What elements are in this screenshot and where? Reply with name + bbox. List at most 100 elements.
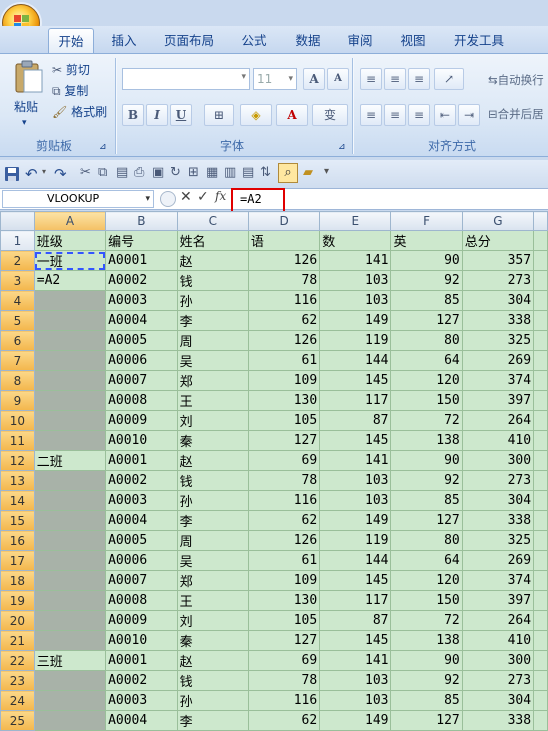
row-header[interactable]: 12: [0, 450, 35, 471]
cell-b18[interactable]: A0007: [105, 570, 178, 591]
cell-d23[interactable]: 78: [247, 670, 321, 691]
cell-b20[interactable]: A0009: [105, 610, 178, 631]
cell-c7[interactable]: 吴: [176, 350, 249, 371]
cell-b1[interactable]: 编号: [105, 230, 178, 251]
cell-h25[interactable]: [533, 710, 548, 731]
cell-f18[interactable]: 120: [390, 570, 463, 591]
cell-e25[interactable]: 149: [319, 710, 392, 731]
cell-a18[interactable]: [33, 570, 107, 591]
cell-a11[interactable]: [33, 430, 107, 451]
insert-function-button[interactable]: fx: [215, 189, 226, 203]
sheet-icon[interactable]: ▤: [242, 165, 254, 180]
cell-b6[interactable]: A0005: [105, 330, 178, 351]
cell-f23[interactable]: 92: [390, 670, 463, 691]
row-header[interactable]: 10: [0, 410, 35, 431]
cell-g8[interactable]: 374: [461, 370, 535, 391]
cell-b11[interactable]: A0010: [105, 430, 178, 451]
refresh-icon[interactable]: ↻: [170, 165, 181, 180]
cell-a8[interactable]: [33, 370, 107, 391]
cell-e24[interactable]: 103: [319, 690, 392, 711]
cell-a1[interactable]: 班级: [33, 230, 107, 251]
cell-f15[interactable]: 127: [390, 510, 463, 531]
cell-b24[interactable]: A0003: [105, 690, 178, 711]
cell-d13[interactable]: 78: [247, 470, 321, 491]
row-header[interactable]: 9: [0, 390, 35, 411]
tab-home[interactable]: 开始: [48, 28, 94, 53]
cell-a2[interactable]: 一班: [33, 250, 107, 271]
cell-b2[interactable]: A0001: [105, 250, 178, 271]
cell-d17[interactable]: 61: [247, 550, 321, 571]
cell-a3[interactable]: =A2: [33, 270, 107, 291]
cell-e7[interactable]: 144: [319, 350, 392, 371]
cell-c11[interactable]: 秦: [176, 430, 249, 451]
worksheet-grid[interactable]: ABCDEFG 1 班级 编号 姓名语数英总分 2 一班 A0001 赵 126 141 90 357…: [0, 211, 548, 731]
tab-page-layout[interactable]: 页面布局: [158, 28, 220, 53]
font-size-combo[interactable]: 11 ▾: [253, 68, 297, 90]
cell-a25[interactable]: [33, 710, 107, 731]
cell-g11[interactable]: 410: [461, 430, 535, 451]
cell-a6[interactable]: [33, 330, 107, 351]
enter-icon[interactable]: ✓: [197, 189, 209, 205]
tab-view[interactable]: 视图: [391, 28, 435, 53]
cell-b12[interactable]: A0001: [105, 450, 178, 471]
paste-dropdown-icon[interactable]: ▾: [22, 113, 27, 133]
cell-f16[interactable]: 80: [390, 530, 463, 551]
cell-c10[interactable]: 刘: [176, 410, 249, 431]
cell-a24[interactable]: [33, 690, 107, 711]
cell-d9[interactable]: 130: [247, 390, 321, 411]
cell-a23[interactable]: [33, 670, 107, 691]
cell-b21[interactable]: A0010: [105, 630, 178, 651]
cut-button[interactable]: ✂ 剪切: [52, 60, 90, 80]
increase-indent-button[interactable]: ⇥: [458, 104, 480, 126]
cell-d14[interactable]: 116: [247, 490, 321, 511]
phonetic-button[interactable]: 变: [312, 104, 348, 126]
grow-font-button[interactable]: A: [303, 68, 325, 90]
cell-e15[interactable]: 149: [319, 510, 392, 531]
cell-d19[interactable]: 130: [247, 590, 321, 611]
copy-icon[interactable]: ⧉: [98, 165, 107, 180]
cell-h3[interactable]: [533, 270, 548, 291]
cell-a9[interactable]: [33, 390, 107, 411]
cell-h14[interactable]: [533, 490, 548, 511]
row-header[interactable]: 3: [0, 270, 35, 291]
cell-b19[interactable]: A0008: [105, 590, 178, 611]
cell-d21[interactable]: 127: [247, 630, 321, 651]
row-header[interactable]: 8: [0, 370, 35, 391]
align-right-button[interactable]: ≡: [408, 104, 430, 126]
cell-g16[interactable]: 325: [461, 530, 535, 551]
cell-c14[interactable]: 孙: [176, 490, 249, 511]
column-header-c[interactable]: C: [176, 211, 249, 231]
cell-a15[interactable]: [33, 510, 107, 531]
cell-f8[interactable]: 120: [390, 370, 463, 391]
cell-f2[interactable]: 90: [390, 250, 463, 271]
align-middle-button[interactable]: ≡: [384, 68, 406, 90]
folder-icon[interactable]: ▰: [303, 165, 313, 180]
cell-h19[interactable]: [533, 590, 548, 611]
cell-a19[interactable]: [33, 590, 107, 611]
align-top-button[interactable]: ≡: [360, 68, 382, 90]
italic-button[interactable]: I: [146, 104, 168, 126]
bold-button[interactable]: B: [122, 104, 144, 126]
cell-d3[interactable]: 78: [247, 270, 321, 291]
cell-g5[interactable]: 338: [461, 310, 535, 331]
cell-h5[interactable]: [533, 310, 548, 331]
align-left-button[interactable]: ≡: [360, 104, 382, 126]
row-header[interactable]: 23: [0, 670, 35, 691]
cell-d10[interactable]: 105: [247, 410, 321, 431]
row-header[interactable]: 16: [0, 530, 35, 551]
cell-g9[interactable]: 397: [461, 390, 535, 411]
cell-f25[interactable]: 127: [390, 710, 463, 731]
cell-g14[interactable]: 304: [461, 490, 535, 511]
row-header[interactable]: 24: [0, 690, 35, 711]
cell-d8[interactable]: 109: [247, 370, 321, 391]
cell-e14[interactable]: 103: [319, 490, 392, 511]
cell-b5[interactable]: A0004: [105, 310, 178, 331]
cell-d25[interactable]: 62: [247, 710, 321, 731]
cell-a16[interactable]: [33, 530, 107, 551]
cell-b25[interactable]: A0004: [105, 710, 178, 731]
cell-h4[interactable]: [533, 290, 548, 311]
cell-g15[interactable]: 338: [461, 510, 535, 531]
row-header[interactable]: 14: [0, 490, 35, 511]
preview-icon[interactable]: ▣: [152, 165, 164, 180]
cell-g20[interactable]: 264: [461, 610, 535, 631]
